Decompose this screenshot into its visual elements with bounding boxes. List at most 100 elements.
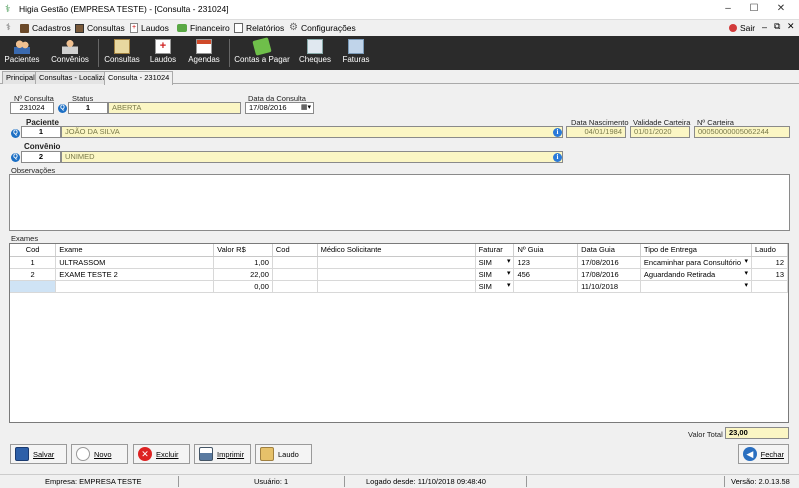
imprimir-button[interactable]: Imprimir (194, 444, 251, 464)
cell-faturar[interactable]: SIM (475, 256, 515, 269)
cell-entrega[interactable]: Encaminhar para Consultório (640, 256, 753, 269)
exames-grid[interactable]: Cod Exame Valor R$ Cod Médico Solicitant… (9, 243, 789, 423)
toolbar-agendas-label: Agendas (188, 55, 220, 64)
cell-laudo[interactable]: 12 (751, 256, 788, 269)
cell-entrega[interactable] (640, 280, 753, 293)
menu-cadastros[interactable]: Cadastros (20, 20, 71, 36)
toolbar-contas-pagar[interactable]: Contas a Pagar (234, 36, 290, 70)
status-search-icon[interactable]: Q (58, 104, 67, 113)
financeiro-icon (177, 24, 187, 32)
excluir-button[interactable]: ✕ Excluir (133, 444, 190, 464)
col-cod-medico[interactable]: Cod (272, 244, 318, 257)
mdi-close-button[interactable]: ✕ (787, 21, 795, 32)
toolbar-laudos[interactable]: + Laudos (147, 36, 179, 70)
salvar-button[interactable]: Salvar (10, 444, 67, 464)
cell-cod[interactable] (10, 280, 57, 293)
table-row[interactable]: 1 ULTRASSOM 1,00 SIM 123 17/08/2016 Enca… (10, 256, 788, 269)
app-menu-icon[interactable]: ⚕ (6, 22, 11, 33)
cell-exame[interactable]: ULTRASSOM (55, 256, 215, 269)
toolbar-cheques[interactable]: Cheques (296, 36, 334, 70)
cheque-icon (307, 39, 323, 54)
col-medico[interactable]: Médico Solicitante (317, 244, 476, 257)
paciente-search-icon[interactable]: Q (11, 129, 20, 138)
minimize-button[interactable]: – (718, 3, 738, 14)
status-separator (526, 476, 527, 487)
col-data-guia[interactable]: Data Guia (577, 244, 641, 257)
cell-cod-medico[interactable] (272, 268, 318, 281)
col-exame[interactable]: Exame (55, 244, 215, 257)
col-cod[interactable]: Cod (10, 244, 57, 257)
col-guia[interactable]: Nº Guia (513, 244, 579, 257)
col-entrega[interactable]: Tipo de Entrega (640, 244, 753, 257)
main-toolbar: Pacientes Convênios Consultas + Laudos A… (0, 36, 799, 70)
cell-cod-medico[interactable] (272, 280, 318, 293)
cell-medico[interactable] (317, 256, 476, 269)
cell-medico[interactable] (317, 280, 476, 293)
menu-financeiro[interactable]: Financeiro (177, 20, 230, 36)
toolbar-convenios[interactable]: Convênios (49, 36, 91, 70)
novo-button[interactable]: Novo (71, 444, 128, 464)
convenio-code-field[interactable]: 2 (21, 151, 61, 163)
fechar-button[interactable]: ◀ Fechar (738, 444, 789, 464)
cell-laudo[interactable] (751, 280, 788, 293)
paciente-info-icon[interactable]: i (553, 128, 562, 137)
cell-exame[interactable] (55, 280, 215, 293)
toolbar-pacientes[interactable]: Pacientes (3, 36, 41, 70)
cell-exame[interactable]: EXAME TESTE 2 (55, 268, 215, 281)
toolbar-consultas[interactable]: Consultas (103, 36, 141, 70)
cell-cod-medico[interactable] (272, 256, 318, 269)
tab-principal[interactable]: Principal (2, 71, 39, 84)
col-laudo[interactable]: Laudo (751, 244, 788, 257)
toolbar-agendas[interactable]: Agendas (186, 36, 222, 70)
cell-guia[interactable]: 123 (513, 256, 579, 269)
mdi-restore-button[interactable]: ⧉ (774, 21, 780, 32)
maximize-button[interactable]: ☐ (744, 3, 764, 14)
cell-valor[interactable]: 0,00 (213, 280, 273, 293)
paciente-code-field[interactable]: 1 (21, 126, 61, 138)
col-valor[interactable]: Valor R$ (213, 244, 273, 257)
close-button[interactable]: ✕ (771, 3, 791, 14)
cell-faturar[interactable]: SIM (475, 280, 515, 293)
menu-relatorios[interactable]: Relatórios (234, 20, 284, 36)
cell-data-guia[interactable]: 11/10/2018 (577, 280, 641, 293)
toolbar-faturas[interactable]: Faturas (339, 36, 373, 70)
menu-laudos[interactable]: + Laudos (130, 20, 169, 36)
menu-consultas[interactable]: Consultas (75, 20, 125, 36)
tab-consultas-localizar[interactable]: Consultas - Localizar (35, 71, 114, 84)
tab-consulta-231024[interactable]: Consulta - 231024 (104, 71, 174, 85)
observacoes-textarea[interactable] (9, 174, 790, 231)
convenio-search-icon[interactable]: Q (11, 153, 20, 162)
toolbar-laudos-label: Laudos (149, 55, 177, 64)
cell-cod[interactable]: 1 (10, 256, 57, 269)
status-code-field[interactable]: 1 (68, 102, 108, 114)
data-consulta-field[interactable]: 17/08/2016 ▦▾ (245, 102, 314, 114)
cadastros-icon (20, 23, 29, 33)
fechar-label: Fechar (760, 449, 784, 459)
exames-header-row: Cod Exame Valor R$ Cod Médico Solicitant… (10, 244, 788, 257)
cell-guia[interactable] (513, 280, 579, 293)
menu-configuracoes[interactable]: ⚙ Configurações (289, 20, 356, 36)
cell-laudo[interactable]: 13 (751, 268, 788, 281)
col-faturar[interactable]: Faturar (475, 244, 515, 257)
sair-menu[interactable]: Sair (729, 20, 755, 36)
convenio-info-icon[interactable]: i (553, 153, 562, 162)
mdi-minimize-button[interactable]: – (762, 22, 767, 32)
cell-medico[interactable] (317, 268, 476, 281)
cell-data-guia[interactable]: 17/08/2016 (577, 256, 641, 269)
invoice-icon (348, 39, 364, 54)
num-consulta-field[interactable]: 231024 (10, 102, 54, 114)
laudo-button[interactable]: Laudo (255, 444, 312, 464)
table-row-new[interactable]: 0,00 SIM 11/10/2018 (10, 280, 788, 293)
cell-valor[interactable]: 1,00 (213, 256, 273, 269)
consultas-icon (75, 23, 84, 33)
cell-faturar[interactable]: SIM (475, 268, 515, 281)
cell-guia[interactable]: 456 (513, 268, 579, 281)
calendar-dropdown-icon[interactable]: ▦▾ (301, 103, 311, 113)
cell-data-guia[interactable]: 17/08/2016 (577, 268, 641, 281)
cell-valor[interactable]: 22,00 (213, 268, 273, 281)
menu-configuracoes-label: Configurações (300, 23, 356, 33)
cell-cod[interactable]: 2 (10, 268, 57, 281)
table-row[interactable]: 2 EXAME TESTE 2 22,00 SIM 456 17/08/2016… (10, 268, 788, 281)
convenio-nome-field: UNIMED (61, 151, 563, 163)
cell-entrega[interactable]: Aguardando Retirada (640, 268, 753, 281)
